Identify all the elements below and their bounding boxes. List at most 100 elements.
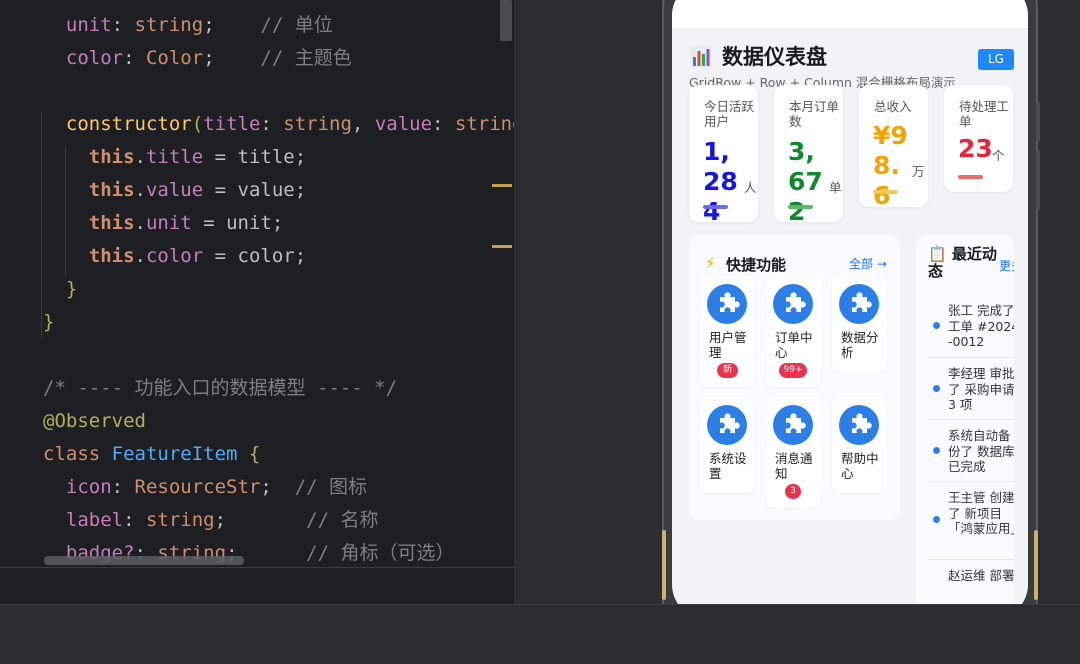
phone-side-button [1036, 150, 1040, 210]
quick-functions-title: 快捷功能 [726, 256, 787, 274]
code-line: } [43, 273, 77, 306]
indent-guide [41, 113, 42, 339]
stat-card-active-users[interactable]: 今日活跃用户 1,284 人 [689, 85, 758, 226]
code-line: label: string; // 名称 [43, 504, 379, 537]
puzzle-icon [773, 284, 813, 324]
code-token: . [134, 146, 146, 168]
code-token: ; [203, 14, 261, 36]
bar-chart-icon [690, 46, 712, 68]
code-token: ( [191, 113, 204, 135]
ide-status-bar [0, 604, 1080, 664]
activity-dot [933, 322, 940, 329]
code-editor[interactable]: unit: string; // 单位 color: Color; // 主题色… [0, 0, 514, 567]
activity-text: 张工 完成了 工单 #2024-0012 [948, 303, 1014, 349]
vertical-scrollbar[interactable] [500, 0, 512, 41]
quick-item-system-settings[interactable]: 系统设置 [700, 397, 755, 493]
code-token: this [88, 212, 135, 234]
stat-card-monthly-orders[interactable]: 本月订单数 3,672 单 [774, 85, 843, 226]
code-token: string [283, 113, 352, 135]
activity-item[interactable]: 赵运维 部署 [928, 559, 1014, 604]
code-line: class FeatureItem { [43, 438, 260, 471]
code-token: // 图标 [294, 476, 368, 498]
lightning-icon: ⚡ [705, 254, 716, 272]
code-line: icon: ResourceStr; // 图标 [43, 471, 367, 504]
stat-card-total-revenue[interactable]: 总收入 ¥98.6 万 [859, 85, 928, 210]
code-token: // 主题色 [260, 47, 352, 69]
code-token: unit [145, 212, 192, 234]
code-token: = title; [203, 146, 307, 168]
activity-item[interactable]: 李经理 审批了 采购申请 3 项 [928, 357, 1014, 420]
view-all-link[interactable]: 全部 → [849, 255, 887, 272]
code-token: title [203, 113, 261, 135]
stat-label: 本月订单数 [789, 99, 840, 129]
code-line: this.color = color; [43, 240, 306, 273]
code-token: : [111, 14, 135, 36]
code-line: constructor(title: string, value: string [43, 108, 514, 141]
code-line: /* ---- 功能入口的数据模型 ---- */ [43, 372, 397, 405]
code-token: : [432, 113, 455, 135]
code-token: constructor [65, 113, 192, 135]
change-marker [492, 184, 512, 187]
stat-card-pending-tickets[interactable]: 待处理工单 23 个 [944, 85, 1013, 192]
stat-value: ¥98.6 [873, 121, 908, 210]
activity-dot [933, 385, 940, 392]
code-token: /* ---- 功能入口的数据模型 ---- */ [43, 377, 398, 399]
code-token: . [134, 245, 146, 267]
code-token: icon [65, 476, 112, 498]
code-token: string [145, 509, 215, 531]
code-line: } [43, 306, 54, 339]
code-token: } [43, 311, 55, 333]
editor-divider [0, 567, 514, 568]
count-badge: 3 [785, 484, 801, 499]
code-token: this [88, 146, 135, 168]
quick-item-label: 用户管理 [709, 330, 747, 360]
code-token: FeatureItem [111, 443, 238, 465]
phone-edge-accent [1034, 530, 1038, 600]
puzzle-icon [707, 405, 747, 445]
stat-unit: 人 [744, 180, 757, 195]
stat-accent-bar [788, 205, 813, 209]
activity-text: 李经理 审批了 采购申请 3 项 [948, 366, 1014, 412]
phone-screen: 数据仪表盘 GridRow + Row + Column 混合栅格布局演示 LG… [672, 0, 1028, 604]
change-marker [492, 245, 512, 248]
stat-label: 今日活跃用户 [704, 99, 755, 129]
stat-accent-bar [703, 205, 728, 209]
code-token: string [134, 14, 204, 36]
code-token: this [88, 245, 135, 267]
page-title: 数据仪表盘 [722, 45, 827, 69]
activity-dot [933, 447, 940, 454]
quick-item-help-center[interactable]: 帮助中心 [832, 397, 887, 493]
activity-item[interactable]: 系统自动备份了 数据库 已完成 [928, 419, 1014, 482]
stat-unit: 单 [829, 180, 842, 195]
code-token: value [145, 179, 204, 201]
activity-item[interactable]: 张工 完成了 工单 #2024-0012 [928, 295, 1014, 357]
horizontal-scrollbar[interactable] [44, 556, 244, 565]
code-token: : [123, 47, 146, 69]
quick-item-user-management[interactable]: 用户管理 新 [700, 276, 755, 387]
stat-accent-bar [873, 190, 898, 194]
breakpoint-badge: LG [978, 49, 1014, 70]
activity-item[interactable]: 王主管 创建了 新项目「鸿蒙应用」 [928, 481, 1014, 560]
new-badge: 新 [717, 363, 738, 378]
quick-item-notifications[interactable]: 消息通知 3 [766, 397, 821, 508]
phone-edge-accent [662, 530, 666, 600]
code-token: @Observed [43, 410, 146, 432]
quick-item-data-analysis[interactable]: 数据分析 [832, 276, 887, 372]
code-token: = value; [203, 179, 307, 201]
code-line: color: Color; // 主题色 [43, 42, 352, 75]
activity-text: 赵运维 部署 [948, 568, 1014, 583]
more-link[interactable]: 更多 → [999, 257, 1014, 274]
quick-item-order-center[interactable]: 订单中心 99+ [766, 276, 821, 387]
code-token: ResourceStr [134, 476, 261, 498]
code-token: string [454, 113, 514, 135]
phone-side-button [1036, 102, 1040, 142]
puzzle-icon [707, 284, 747, 324]
recent-activity-title: 📋 最近动态 [928, 245, 997, 280]
code-token: this [88, 179, 135, 201]
